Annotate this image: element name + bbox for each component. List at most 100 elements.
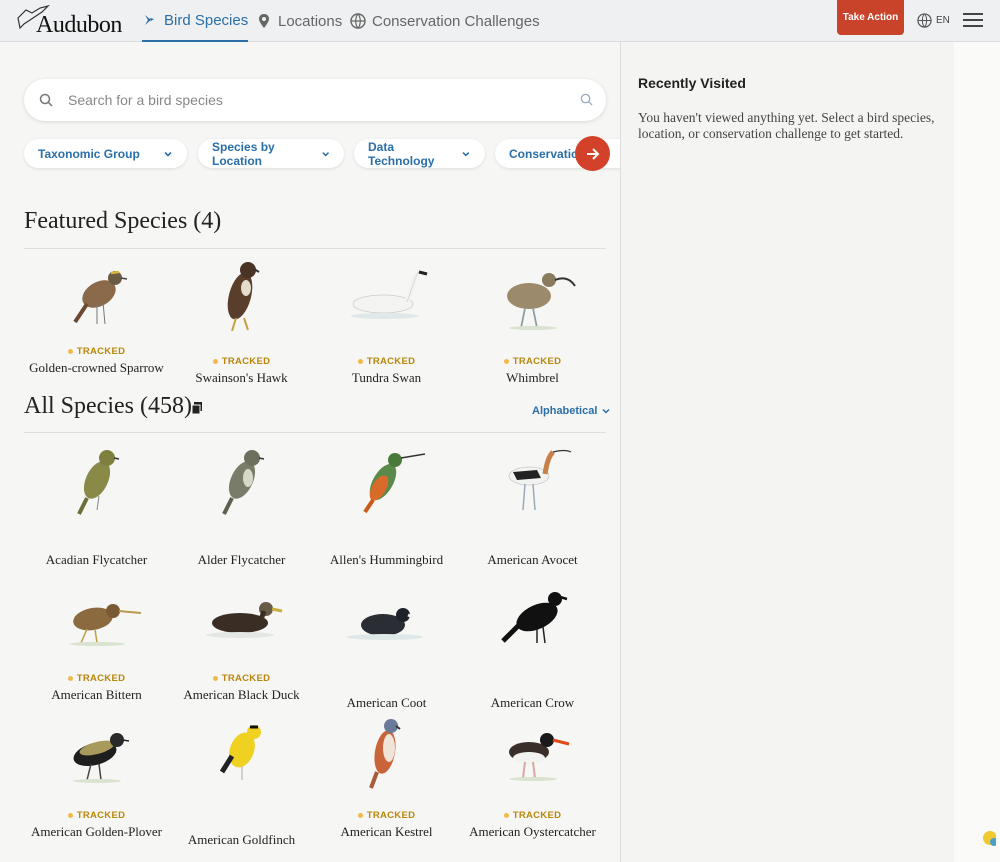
- nav-label: Conservation Challenges: [372, 12, 540, 30]
- species-card-american-coot[interactable]: American Coot: [314, 577, 459, 711]
- species-name: Golden-crowned Sparrow: [29, 360, 164, 375]
- species-name: Swainson's Hawk: [195, 370, 288, 385]
- tracked-badge: TRACKED: [67, 672, 126, 686]
- nav-locations[interactable]: Locations: [256, 0, 342, 42]
- american-black-duck-image: [205, 602, 282, 638]
- nav-bird-species[interactable]: Bird Species: [142, 0, 249, 42]
- smithsonian-logo: [970, 830, 1000, 860]
- species-name: Acadian Flycatcher: [45, 552, 148, 567]
- globe-icon: [917, 13, 932, 28]
- featured-species-title: Featured Species (4): [24, 208, 222, 234]
- whimbrel-image: [506, 273, 576, 330]
- acadian-flycatcher-image: [76, 450, 119, 515]
- species-name: American Avocet: [487, 552, 578, 567]
- species-card-american-avocet[interactable]: American Avocet: [460, 440, 605, 568]
- nav-conservation-challenges[interactable]: Conservation Challenges: [350, 0, 540, 42]
- all-species-title: All Species (458): [24, 393, 192, 419]
- bird-icon: [145, 15, 154, 25]
- species-name: American Bittern: [51, 687, 142, 702]
- species-card-american-crow[interactable]: American Crow: [460, 577, 605, 711]
- species-card-allens-hummingbird[interactable]: Allen's Hummingbird: [314, 440, 459, 568]
- species-card-american-kestrel[interactable]: TRACKED American Kestrel: [314, 714, 459, 840]
- species-name: American Oystercatcher: [469, 824, 596, 839]
- sort-label: Alphabetical: [532, 405, 598, 417]
- filter-label: Species by Location: [212, 139, 275, 168]
- american-bittern-image: [68, 604, 141, 646]
- pin-icon: [259, 14, 269, 28]
- globe-icon: [350, 13, 366, 29]
- search-input[interactable]: [68, 87, 558, 113]
- species-name: American Coot: [346, 695, 427, 710]
- species-name: American Golden-Plover: [30, 824, 163, 839]
- species-card-american-goldfinch[interactable]: American Goldfinch: [169, 714, 314, 848]
- take-action-button[interactable]: Take Action: [837, 0, 904, 35]
- tundra-swan-image: [350, 270, 427, 319]
- chevron-down-icon: [462, 151, 470, 157]
- tracked-badge: TRACKED: [357, 809, 416, 823]
- search-bar: [24, 79, 606, 121]
- species-card-american-black-duck[interactable]: TRACKED American Black Duck: [169, 577, 314, 703]
- swainsons-hawk-image: [227, 262, 260, 332]
- tracked-badge: TRACKED: [67, 345, 126, 359]
- species-name: Allen's Hummingbird: [329, 552, 444, 567]
- scroll-right-arrow-button[interactable]: [575, 136, 610, 171]
- species-card-tundra-swan[interactable]: TRACKED Tundra Swan: [314, 256, 459, 386]
- background-area: [954, 42, 1000, 862]
- species-card-acadian-flycatcher[interactable]: Acadian Flycatcher: [24, 440, 169, 568]
- copy-icon[interactable]: [190, 401, 204, 415]
- allens-hummingbird-image: [362, 453, 425, 514]
- recently-visited-panel: Recently Visited You haven't viewed anyt…: [620, 42, 954, 862]
- american-goldfinch-image: [219, 725, 261, 780]
- filter-species-by-location[interactable]: Species by Location: [198, 139, 344, 168]
- logo-wordmark: Audubon: [36, 12, 122, 38]
- species-name: Tundra Swan: [351, 370, 422, 385]
- species-card-swainsons-hawk[interactable]: TRACKED Swainson's Hawk: [169, 256, 314, 386]
- filter-label: Data Technology: [368, 139, 435, 168]
- chevron-down-icon: [602, 408, 610, 414]
- filter-data-technology[interactable]: Data Technology: [354, 139, 485, 168]
- top-header: Audubon Bird Species Locations Conservat…: [0, 0, 1000, 42]
- search-icon: [39, 93, 53, 107]
- filter-taxonomic-group[interactable]: Taxonomic Group: [24, 139, 187, 168]
- divider: [24, 432, 606, 433]
- nav-label: Locations: [278, 12, 343, 30]
- recently-visited-message: You haven't viewed anything yet. Select …: [638, 110, 935, 141]
- golden-crowned-sparrow-image: [72, 270, 127, 325]
- species-panel: Taxonomic Group Species by Location Data…: [0, 42, 620, 862]
- hamburger-menu-icon[interactable]: [963, 13, 983, 28]
- species-card-golden-crowned-sparrow[interactable]: TRACKED Golden-crowned Sparrow: [24, 256, 169, 376]
- species-name: American Black Duck: [183, 687, 300, 702]
- language-label: EN: [936, 15, 950, 26]
- tracked-badge: TRACKED: [67, 809, 126, 823]
- species-name: American Kestrel: [340, 824, 433, 839]
- tracked-badge: TRACKED: [503, 809, 562, 823]
- tracked-badge: TRACKED: [212, 672, 271, 686]
- chevron-down-icon: [321, 151, 329, 156]
- species-card-american-oystercatcher[interactable]: TRACKED American Oystercatcher: [460, 714, 605, 840]
- tracked-badge: TRACKED: [212, 355, 271, 369]
- american-golden-plover-image: [72, 733, 129, 783]
- species-name: American Crow: [490, 695, 575, 710]
- species-card-whimbrel[interactable]: TRACKED Whimbrel: [460, 256, 605, 386]
- recently-visited-title: Recently Visited: [638, 75, 746, 91]
- audubon-logo[interactable]: Audubon: [16, 4, 126, 38]
- species-name: American Goldfinch: [187, 832, 296, 847]
- american-coot-image: [346, 608, 423, 640]
- species-card-alder-flycatcher[interactable]: Alder Flycatcher: [169, 440, 314, 568]
- tracked-badge: TRACKED: [503, 355, 562, 369]
- arrow-right-icon: [586, 147, 599, 160]
- sort-dropdown[interactable]: Alphabetical: [532, 405, 611, 417]
- species-name: Alder Flycatcher: [197, 552, 286, 567]
- chevron-down-icon: [164, 151, 172, 157]
- american-kestrel-image: [368, 719, 401, 789]
- search-submit-icon[interactable]: [580, 93, 593, 106]
- american-avocet-image: [508, 449, 571, 511]
- filter-label: Taxonomic Group: [38, 146, 140, 161]
- species-card-american-golden-plover[interactable]: TRACKED American Golden-Plover: [24, 714, 169, 840]
- american-crow-image: [500, 592, 567, 644]
- divider: [24, 248, 606, 249]
- species-card-american-bittern[interactable]: TRACKED American Bittern: [24, 577, 169, 703]
- nav-label: Bird Species: [164, 11, 249, 29]
- language-selector[interactable]: EN: [917, 13, 950, 28]
- tracked-badge: TRACKED: [357, 355, 416, 369]
